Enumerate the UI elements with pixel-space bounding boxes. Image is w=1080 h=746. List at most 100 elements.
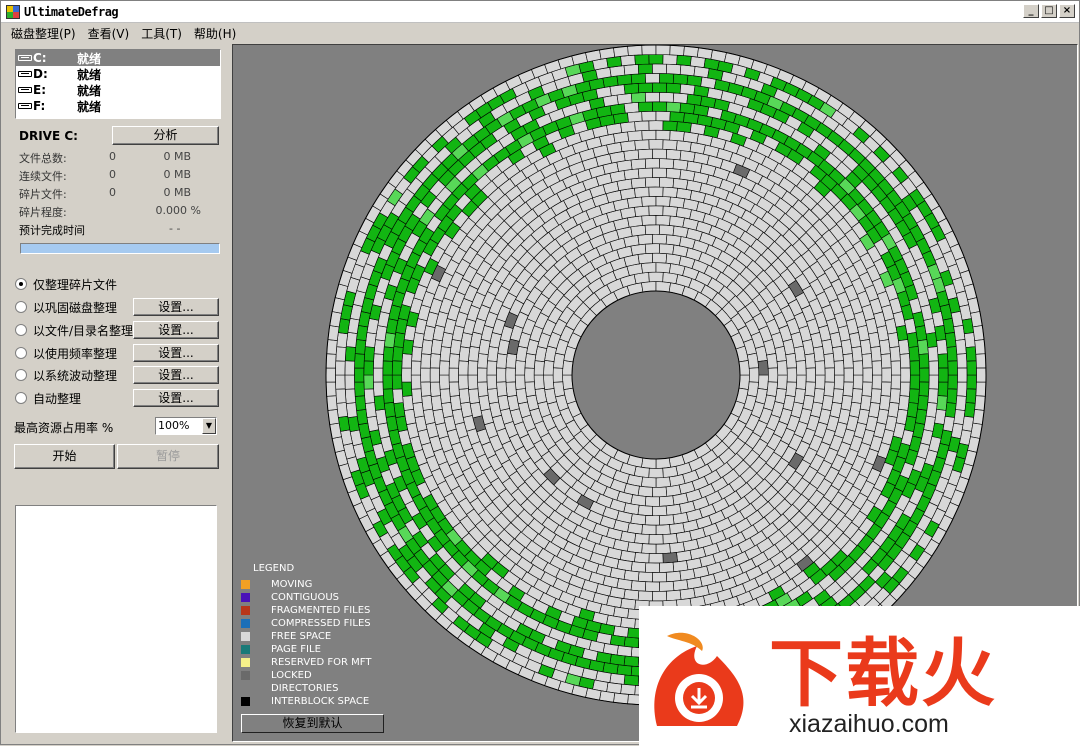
- mode-by-volatility[interactable]: 以系统波动整理: [15, 367, 117, 383]
- cluster-block: [401, 381, 413, 397]
- radio-button[interactable]: [15, 278, 27, 290]
- cluster-block: [620, 54, 636, 67]
- maximize-button[interactable]: □: [1041, 4, 1057, 18]
- menu-help[interactable]: 帮助(H): [188, 25, 242, 42]
- cluster-block: [644, 515, 660, 526]
- drive-row-c[interactable]: C: 就绪: [16, 50, 220, 66]
- start-button[interactable]: 开始: [14, 444, 115, 469]
- cluster-block: [363, 388, 375, 404]
- minimize-button[interactable]: _: [1023, 4, 1039, 18]
- mode-by-name[interactable]: 以文件/目录名整理: [15, 322, 133, 338]
- mode-auto[interactable]: 自动整理: [15, 390, 81, 406]
- cluster-block: [900, 367, 911, 383]
- legend-swatch: [241, 606, 250, 615]
- cluster-block: [623, 588, 640, 601]
- menu-tools[interactable]: 工具(T): [135, 25, 188, 42]
- settings-button-by-frequency[interactable]: 设置...: [133, 344, 219, 362]
- cluster-block: [634, 533, 650, 545]
- radio-button[interactable]: [15, 324, 27, 336]
- cluster-block: [363, 360, 374, 376]
- hard-drive-icon: [18, 71, 32, 77]
- radio-button[interactable]: [15, 347, 27, 359]
- cluster-block: [890, 374, 902, 390]
- watermark-url: xiazaihuo.com: [789, 710, 949, 738]
- reset-defaults-button[interactable]: 恢复到默认: [241, 714, 384, 733]
- cluster-block: [652, 167, 668, 179]
- cluster-block: [662, 139, 678, 151]
- cluster-block: [373, 395, 386, 411]
- legend-label: INTERBLOCK SPACE: [271, 696, 370, 707]
- cluster-block: [871, 374, 883, 390]
- cluster-block: [630, 158, 647, 170]
- cluster-block: [870, 346, 882, 362]
- drive-row-e[interactable]: E: 就绪: [16, 82, 220, 98]
- stat-label: 碎片文件:: [19, 188, 67, 201]
- cluster-block: [851, 346, 863, 362]
- mode-by-frequency[interactable]: 以使用频率整理: [15, 345, 117, 361]
- pause-button[interactable]: 暂停: [117, 444, 219, 469]
- cluster-block: [655, 262, 672, 274]
- cluster-block: [956, 353, 968, 369]
- mode-defrag-only[interactable]: 仅整理碎片文件: [15, 276, 117, 292]
- cluster-block: [630, 177, 647, 189]
- cluster-block: [833, 374, 845, 390]
- cluster-block: [648, 467, 664, 479]
- cluster-block: [832, 345, 844, 362]
- settings-button-by-volatility[interactable]: 设置...: [133, 366, 219, 384]
- cluster-block: [616, 93, 633, 105]
- cluster-block: [672, 73, 689, 85]
- legend-item: INTERBLOCK SPACE: [241, 695, 371, 708]
- cluster-block: [648, 534, 664, 545]
- cluster-block: [785, 352, 797, 369]
- drive-list[interactable]: C: 就绪 D: 就绪 E: 就绪 F: 就绪: [15, 49, 221, 119]
- cluster-block: [458, 360, 469, 376]
- chevron-down-icon[interactable]: ▼: [202, 418, 216, 434]
- cluster-block: [955, 395, 967, 411]
- stat-total-files: 文件总数: 0 0 MB: [19, 150, 209, 166]
- drive-row-d[interactable]: D: 就绪: [16, 66, 220, 82]
- cluster-block: [634, 139, 650, 151]
- resource-select[interactable]: 100% ▼: [155, 417, 217, 435]
- radio-button[interactable]: [15, 301, 27, 313]
- settings-button-consolidate[interactable]: 设置...: [133, 298, 219, 316]
- cluster-block: [505, 352, 518, 369]
- cluster-block: [448, 353, 460, 369]
- drive-letter: E:: [33, 83, 46, 97]
- resource-label: 最高资源占用率 %: [14, 421, 114, 435]
- menu-view[interactable]: 查看(V): [82, 25, 136, 42]
- stat-eta-value: - -: [169, 222, 181, 235]
- cluster-block: [335, 346, 347, 362]
- legend-swatch: [241, 593, 250, 602]
- analyze-button[interactable]: 分析: [112, 126, 219, 145]
- cluster-block: [402, 339, 414, 355]
- cluster-block: [679, 64, 696, 77]
- cluster-block: [974, 395, 986, 411]
- legend-swatch: [241, 671, 250, 680]
- radio-button[interactable]: [15, 369, 27, 381]
- cluster-block: [662, 552, 678, 564]
- cluster-block: [627, 45, 643, 56]
- cluster-block: [659, 514, 675, 526]
- legend-label: COMPRESSED FILES: [271, 618, 371, 629]
- drive-row-f[interactable]: F: 就绪: [16, 98, 220, 114]
- cluster-block: [524, 353, 537, 369]
- cluster-block: [620, 617, 636, 629]
- close-button[interactable]: ×: [1059, 4, 1075, 18]
- cluster-block: [641, 543, 657, 554]
- mode-consolidate[interactable]: 以巩固磁盘整理: [15, 299, 117, 315]
- cluster-block: [336, 402, 349, 418]
- settings-button-by-name[interactable]: 设置...: [133, 321, 219, 339]
- cluster-block: [562, 360, 574, 376]
- disk-hub: [571, 290, 741, 460]
- cluster-block: [655, 457, 671, 469]
- cluster-block: [448, 381, 460, 397]
- cluster-block: [652, 63, 668, 74]
- cluster-block: [627, 111, 643, 123]
- radio-button[interactable]: [15, 392, 27, 404]
- cluster-block: [496, 367, 507, 383]
- settings-button-auto[interactable]: 设置...: [133, 389, 219, 407]
- stat-percent: 0.000 %: [155, 204, 201, 217]
- cluster-block: [833, 360, 845, 376]
- cluster-block: [665, 148, 682, 161]
- menu-defrag[interactable]: 磁盘整理(P): [5, 25, 82, 42]
